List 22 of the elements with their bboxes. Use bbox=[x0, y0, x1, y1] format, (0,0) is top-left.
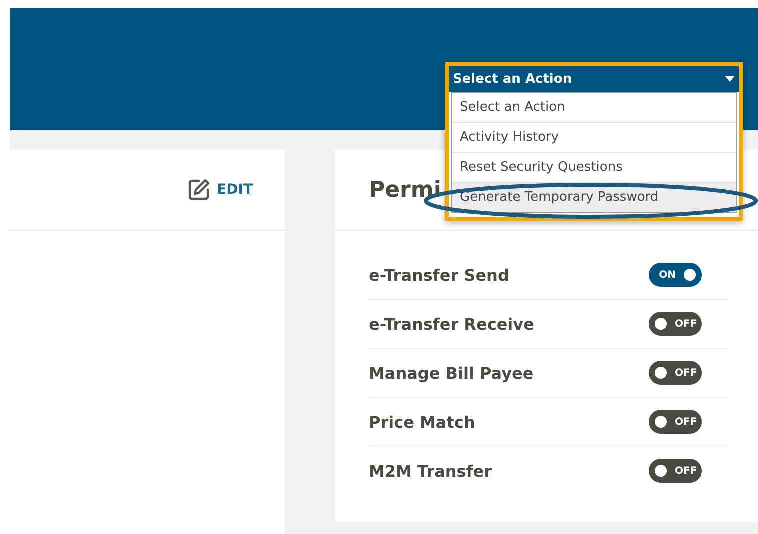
toggle-knob bbox=[655, 416, 667, 428]
toggle-switch[interactable]: OFF bbox=[649, 361, 702, 385]
permission-label: M2M Transfer bbox=[369, 462, 492, 480]
toggle-knob bbox=[655, 465, 667, 477]
toggle-switch[interactable]: ON bbox=[649, 263, 702, 287]
action-select[interactable]: Select an Action bbox=[449, 66, 739, 92]
toggle-knob bbox=[655, 367, 667, 379]
toggle-knob bbox=[684, 269, 696, 281]
permission-label: e-Transfer Receive bbox=[369, 314, 534, 334]
edit-icon bbox=[187, 178, 212, 202]
caret-icon bbox=[725, 76, 735, 82]
toggle-knob bbox=[655, 318, 667, 330]
edit-link[interactable]: EDIT bbox=[187, 178, 253, 202]
toggle-switch[interactable]: OFF bbox=[649, 312, 702, 336]
dropdown-option[interactable]: Activity History bbox=[452, 122, 736, 152]
permission-label: e-Transfer Send bbox=[369, 266, 510, 284]
permission-label: Price Match bbox=[369, 412, 476, 432]
dropdown-option[interactable]: Select an Action bbox=[452, 93, 736, 122]
card-title: Permi bbox=[369, 178, 442, 202]
permission-label: Manage Bill Payee bbox=[369, 364, 534, 382]
toggle-switch[interactable]: OFF bbox=[649, 459, 702, 483]
toggle-switch[interactable]: OFF bbox=[649, 410, 702, 434]
